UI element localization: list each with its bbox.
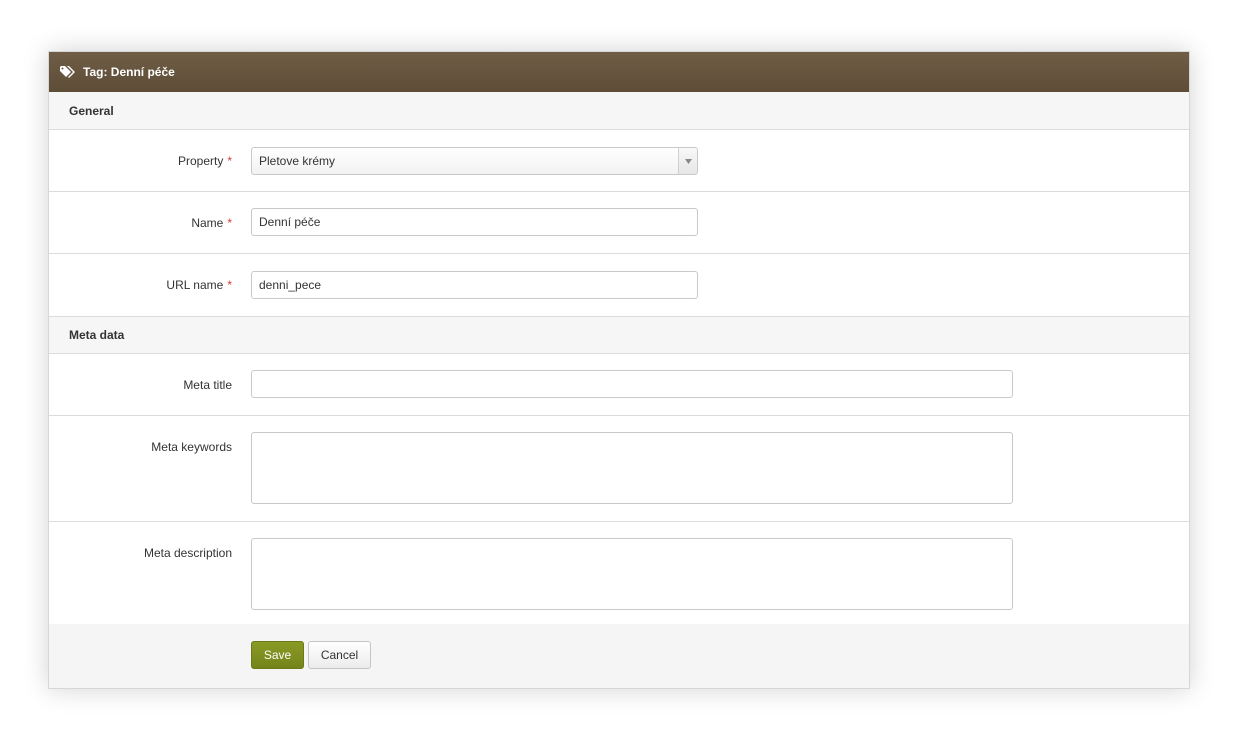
- tags-icon: [60, 66, 75, 78]
- name-label: Name *: [49, 216, 232, 230]
- url-name-label-text: URL name: [166, 278, 224, 292]
- form-footer: Save Cancel: [49, 624, 1189, 688]
- row-url-name: URL name *: [49, 254, 1189, 316]
- meta-keywords-label: Meta keywords: [151, 440, 232, 454]
- cancel-button[interactable]: Cancel: [308, 641, 371, 669]
- property-label-text: Property: [177, 154, 224, 168]
- required-marker: *: [227, 278, 232, 292]
- url-name-input[interactable]: [251, 271, 698, 299]
- panel-title: Tag: Denní péče: [83, 65, 175, 79]
- row-name: Name *: [49, 192, 1189, 254]
- property-select-value: Pletove krémy: [259, 154, 336, 168]
- property-label: Property *: [49, 154, 232, 168]
- section-general: General: [49, 92, 1189, 130]
- save-button[interactable]: Save: [251, 641, 304, 669]
- required-marker: *: [227, 216, 232, 230]
- tag-edit-panel: Tag: Denní péče General Property * Pletov…: [48, 51, 1190, 689]
- name-input[interactable]: [251, 208, 698, 236]
- name-label-text: Name: [191, 216, 224, 230]
- chevron-down-icon[interactable]: [678, 148, 697, 174]
- url-name-label: URL name *: [49, 278, 232, 292]
- section-meta: Meta data: [49, 316, 1189, 354]
- row-meta-description: Meta description: [49, 522, 1189, 628]
- row-property: Property * Pletove krémy: [49, 130, 1189, 192]
- required-marker: *: [227, 154, 232, 168]
- meta-description-label: Meta description: [143, 546, 232, 560]
- meta-title-label: Meta title: [183, 378, 232, 392]
- row-meta-keywords: Meta keywords: [49, 416, 1189, 522]
- meta-keywords-textarea[interactable]: [251, 432, 1013, 504]
- meta-title-input[interactable]: [251, 370, 1013, 398]
- panel-header: Tag: Denní péče: [49, 52, 1189, 92]
- property-select[interactable]: Pletove krémy: [251, 147, 698, 175]
- section-meta-title: Meta data: [69, 328, 125, 342]
- row-meta-title: Meta title: [49, 354, 1189, 416]
- section-general-title: General: [69, 103, 114, 118]
- meta-description-textarea[interactable]: [251, 538, 1013, 610]
